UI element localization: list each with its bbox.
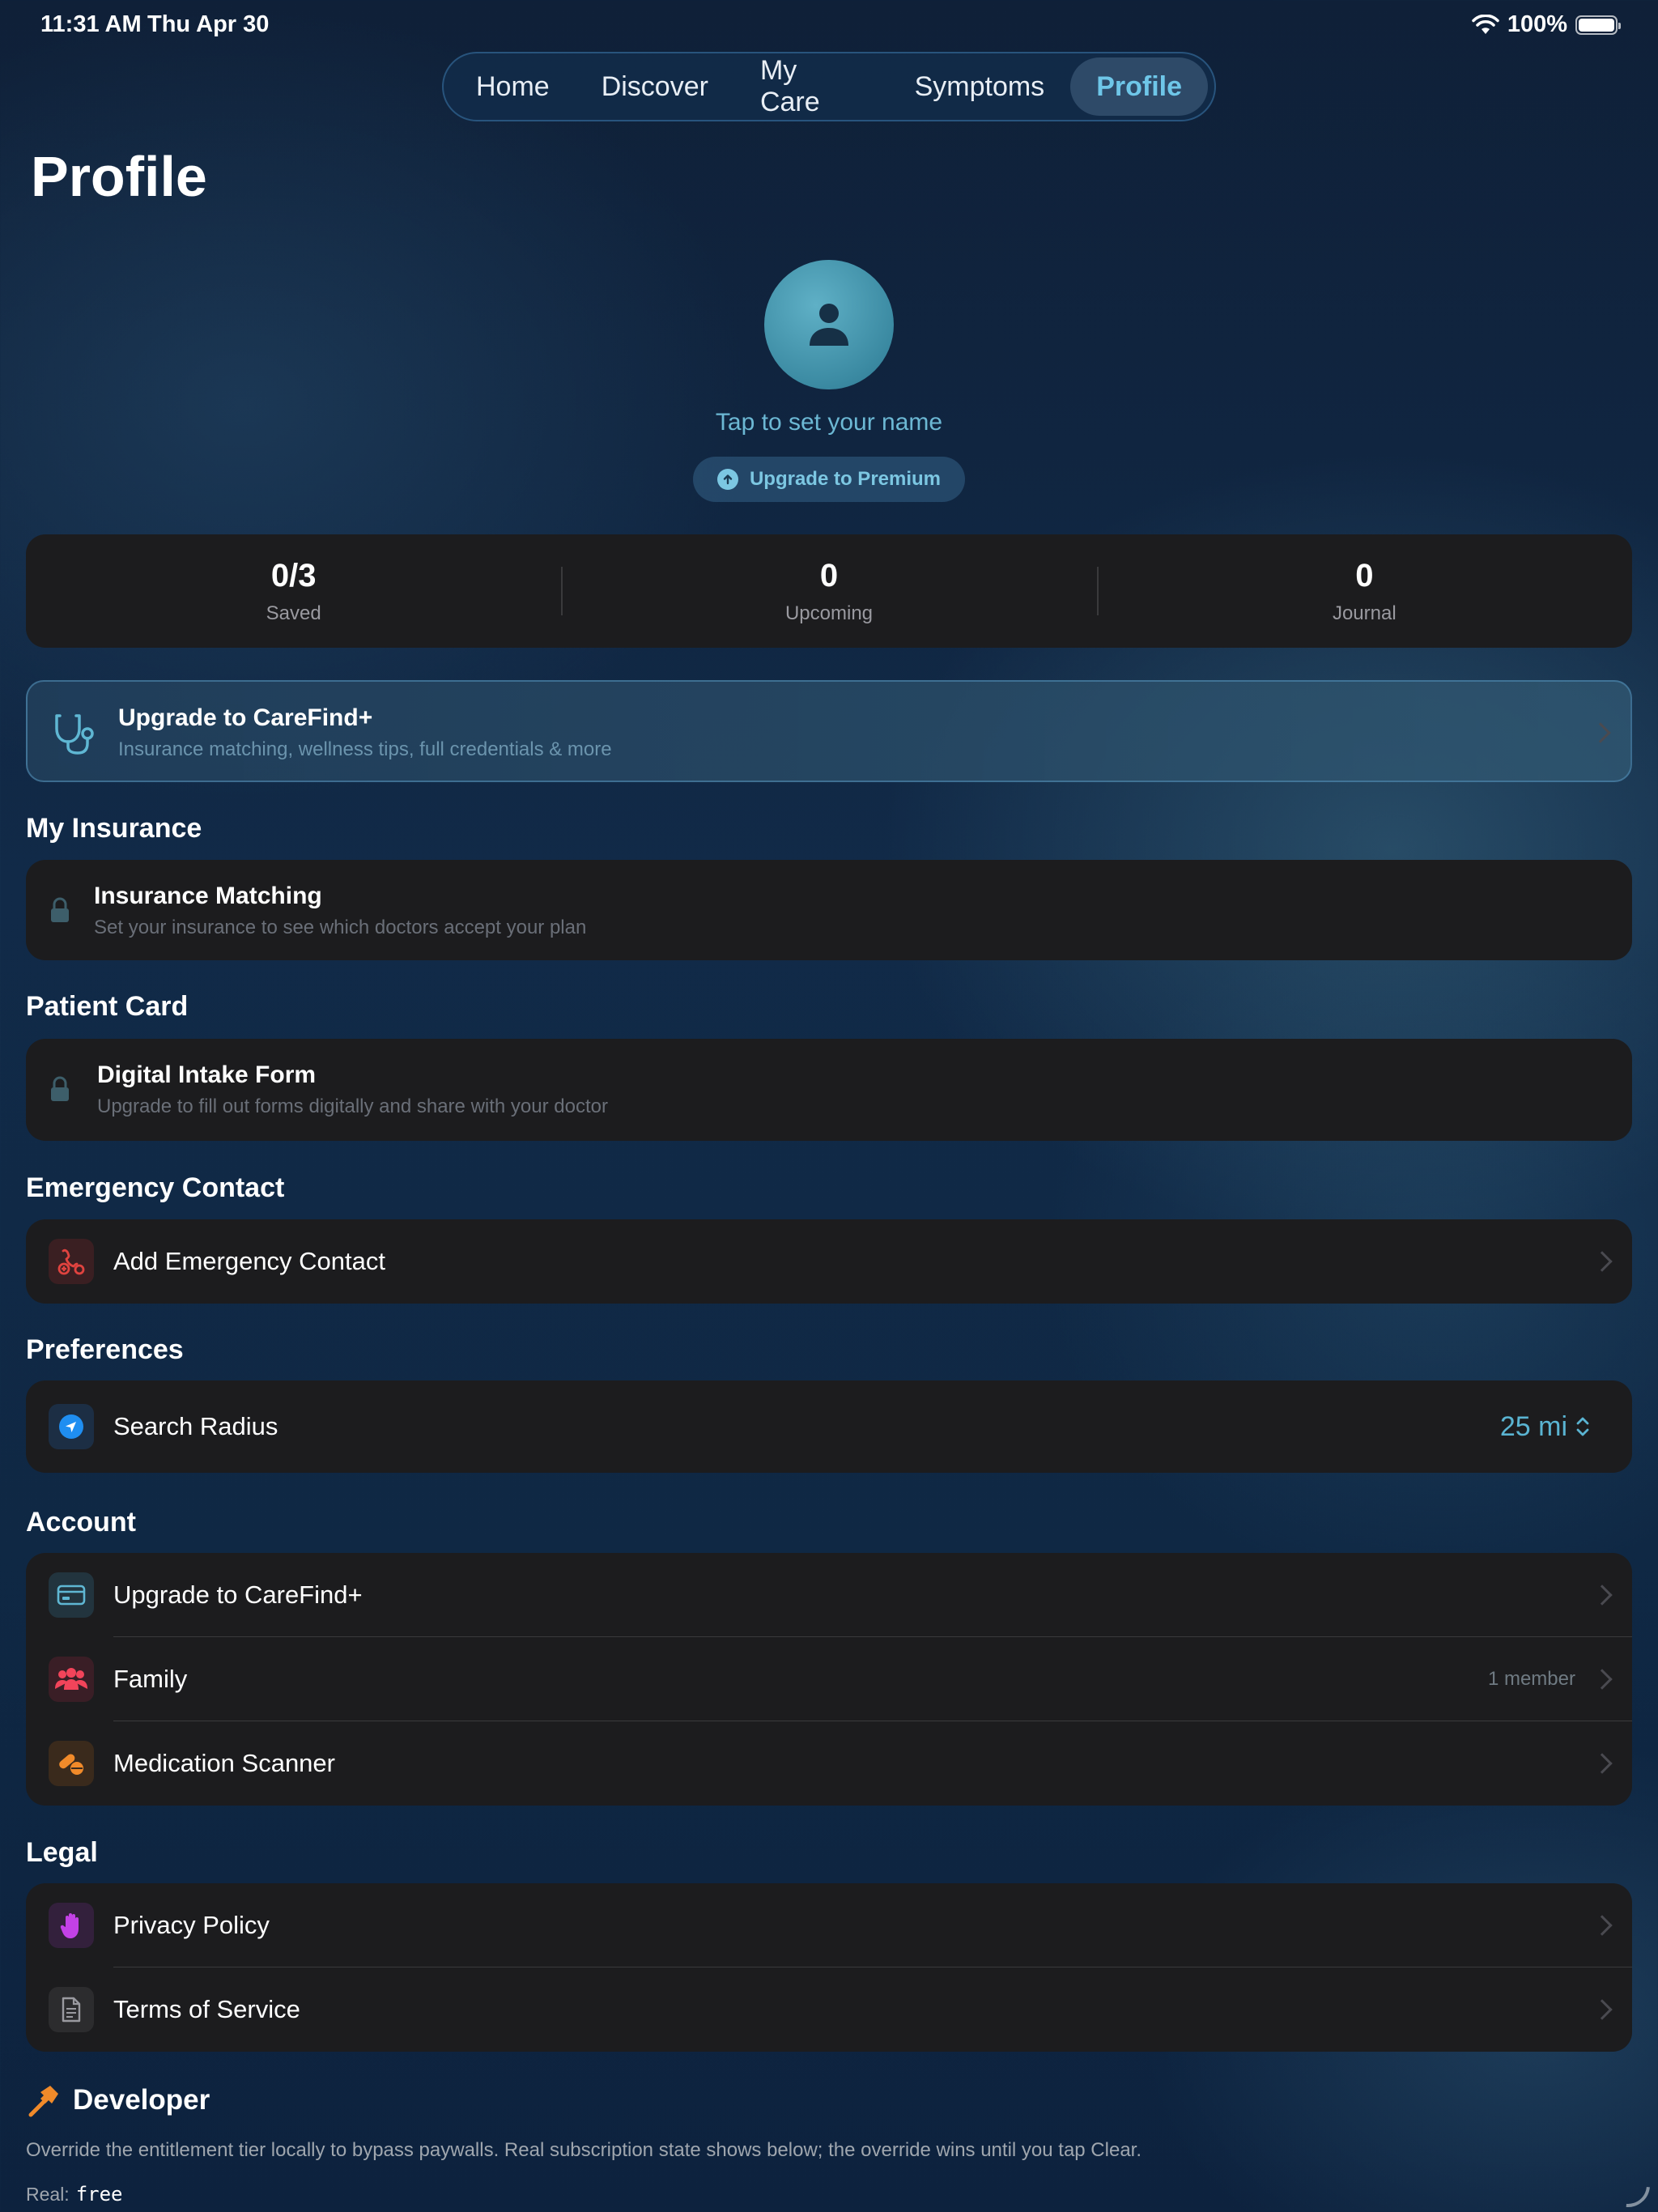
row-subtitle: Upgrade to fill out forms digitally and … — [97, 1095, 608, 1117]
chevron-right-icon — [1590, 722, 1611, 743]
hand-raised-icon — [49, 1903, 94, 1948]
terms-of-service-row[interactable]: Terms of Service — [26, 1967, 1632, 2052]
stat-label: Saved — [266, 602, 321, 624]
pills-icon — [49, 1741, 94, 1786]
stat-saved[interactable]: 0/3 Saved — [26, 534, 561, 648]
search-radius-row[interactable]: Search Radius 25 mi — [26, 1380, 1632, 1473]
chevron-right-icon — [1592, 1669, 1613, 1690]
hammer-icon — [28, 2086, 58, 2117]
stat-value: 0 — [819, 557, 839, 593]
person-icon — [810, 304, 848, 346]
lock-icon — [51, 1076, 69, 1101]
family-icon — [49, 1657, 94, 1702]
credit-card-icon — [49, 1572, 94, 1618]
carefind-plus-banner[interactable]: Upgrade to CareFind+ Insurance matching,… — [26, 680, 1632, 782]
row-label: Medication Scanner — [113, 1749, 335, 1777]
stat-value: 0/3 — [270, 557, 317, 593]
real-value: free — [75, 2183, 123, 2206]
section-my-insurance: My Insurance — [26, 813, 202, 844]
status-bar: 11:31 AM Thu Apr 30 100% — [0, 0, 1658, 52]
arrow-up-circle-icon — [716, 469, 738, 490]
developer-title: Developer — [73, 2084, 210, 2116]
location-arrow-icon — [49, 1404, 94, 1449]
account-medication-scanner-row[interactable]: Medication Scanner — [26, 1721, 1632, 1806]
row-label: Upgrade to CareFind+ — [113, 1580, 363, 1609]
row-label: Search Radius — [113, 1412, 278, 1440]
stat-label: Upcoming — [784, 602, 874, 624]
row-label: Add Emergency Contact — [113, 1247, 386, 1275]
avatar[interactable] — [764, 260, 894, 389]
tab-home[interactable]: Home — [450, 57, 576, 116]
banner-title: Upgrade to CareFind+ — [118, 704, 373, 731]
account-family-row[interactable]: Family 1 member — [26, 1637, 1632, 1721]
privacy-policy-row[interactable]: Privacy Policy — [26, 1883, 1632, 1967]
stat-label: Journal — [1332, 602, 1397, 624]
section-account: Account — [26, 1507, 136, 1538]
tab-symptoms[interactable]: Symptoms — [889, 57, 1071, 116]
real-subscription-state: Real: free — [26, 2183, 123, 2206]
digital-intake-row[interactable]: Digital Intake Form Upgrade to fill out … — [26, 1039, 1632, 1141]
emergency-card: Add Emergency Contact — [26, 1219, 1632, 1304]
tab-profile[interactable]: Profile — [1070, 57, 1208, 116]
stats-card: 0/3 Saved 0 Upcoming 0 Journal — [26, 534, 1632, 648]
stat-value: 0 — [1355, 557, 1374, 593]
battery-percent: 100% — [1507, 11, 1567, 37]
tab-discover[interactable]: Discover — [576, 57, 734, 116]
chevron-right-icon — [1592, 1753, 1613, 1774]
section-preferences: Preferences — [26, 1334, 184, 1365]
section-legal: Legal — [26, 1837, 98, 1868]
chevron-right-icon — [1592, 1585, 1613, 1606]
preferences-card: Search Radius 25 mi — [26, 1380, 1632, 1473]
lock-icon — [51, 897, 69, 922]
section-patient-card: Patient Card — [26, 991, 189, 1022]
row-label: Family — [113, 1665, 188, 1693]
insurance-matching-row[interactable]: Insurance Matching Set your insurance to… — [26, 860, 1632, 960]
document-icon — [49, 1987, 94, 2032]
set-name-link[interactable]: Tap to set your name — [0, 409, 1658, 436]
account-card: Upgrade to CareFind+ Family 1 member Med… — [26, 1553, 1632, 1806]
row-title: Digital Intake Form — [97, 1061, 317, 1088]
chevron-right-icon — [1592, 1999, 1613, 2020]
battery-icon — [1575, 15, 1621, 35]
status-date: Thu Apr 30 — [147, 11, 270, 37]
account-upgrade-row[interactable]: Upgrade to CareFind+ — [26, 1553, 1632, 1637]
developer-description: Override the entitlement tier locally to… — [26, 2139, 1141, 2161]
tab-my-care[interactable]: My Care — [734, 55, 889, 117]
status-indicators: 100% — [1472, 11, 1621, 38]
wifi-icon — [1472, 14, 1499, 34]
upgrade-premium-button[interactable]: Upgrade to Premium — [693, 457, 965, 502]
search-radius-value: 25 mi — [1499, 1410, 1567, 1442]
page-title: Profile — [31, 145, 207, 208]
family-member-count: 1 member — [1487, 1668, 1575, 1690]
legal-card: Privacy Policy Terms of Service — [26, 1883, 1632, 2052]
chevron-right-icon — [1592, 1251, 1613, 1272]
top-tab-bar: Home Discover My Care Symptoms Profile — [442, 52, 1216, 121]
stat-upcoming[interactable]: 0 Upcoming — [561, 534, 1096, 648]
row-label: Privacy Policy — [113, 1911, 270, 1939]
real-label: Real: — [26, 2184, 70, 2205]
status-time: 11:31 AM — [40, 11, 142, 37]
section-emergency-contact: Emergency Contact — [26, 1172, 285, 1203]
developer-section-title: Developer — [26, 2082, 210, 2118]
loading-spinner — [1596, 2154, 1658, 2212]
cross-contact-icon — [49, 1239, 94, 1284]
row-label: Terms of Service — [113, 1995, 300, 2023]
search-radius-picker[interactable]: 25 mi — [1500, 1411, 1590, 1443]
chevron-right-icon — [1592, 1915, 1613, 1936]
row-subtitle: Set your insurance to see which doctors … — [94, 917, 587, 938]
add-emergency-contact-row[interactable]: Add Emergency Contact — [26, 1219, 1632, 1304]
stat-journal[interactable]: 0 Journal — [1096, 534, 1632, 648]
chevron-up-down-icon — [1576, 1417, 1589, 1436]
banner-subtitle: Insurance matching, wellness tips, full … — [118, 738, 612, 760]
upgrade-premium-label: Upgrade to Premium — [749, 468, 942, 490]
row-title: Insurance Matching — [94, 883, 322, 909]
stethoscope-icon — [55, 714, 94, 755]
